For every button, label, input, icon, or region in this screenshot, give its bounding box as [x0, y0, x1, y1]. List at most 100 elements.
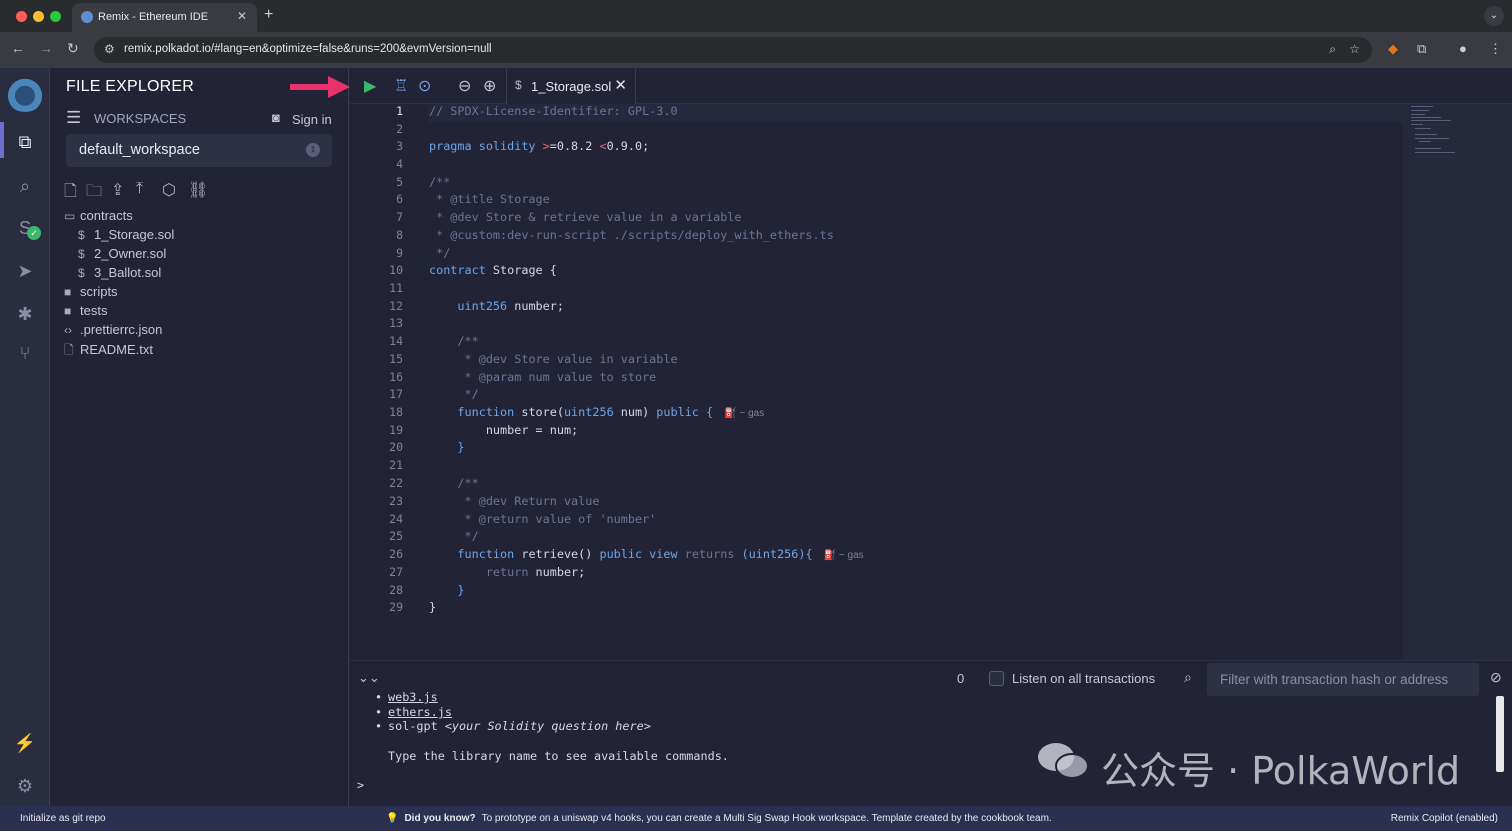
tree-folder-scripts[interactable]: ■ scripts	[64, 284, 118, 303]
transaction-filter-input[interactable]: Filter with transaction hash or address	[1207, 663, 1479, 696]
tree-folder-contracts[interactable]: ▭ contracts	[64, 208, 133, 227]
sign-in-button[interactable]: Sign in	[292, 112, 332, 127]
code-line: */	[429, 387, 479, 401]
browser-tab[interactable]: Remix - Ethereum IDE ✕	[72, 3, 257, 32]
back-button[interactable]: ←	[11, 40, 25, 56]
code-line: uint256 number;	[429, 299, 564, 313]
copilot-toggle[interactable]: ⊙	[418, 76, 431, 96]
reload-button[interactable]: ↻	[67, 40, 79, 57]
tab-1-storage-sol[interactable]: $ 1_Storage.sol ✕	[506, 68, 636, 104]
collapse-terminal-icon[interactable]: ⌄⌄	[358, 670, 380, 686]
zoom-out-icon[interactable]: ⊖	[458, 76, 471, 96]
line-number: 19	[389, 423, 403, 437]
line-number: 6	[396, 192, 403, 206]
code-line: * @param num value to store	[429, 370, 657, 384]
publish-gist-icon[interactable]: ⬡	[162, 180, 176, 200]
init-git-button[interactable]: Initialize as git repo	[20, 813, 106, 824]
tree-file-1-storage[interactable]: $1_Storage.sol	[78, 227, 174, 246]
code-token: (uint256){	[741, 547, 813, 561]
close-tab-icon[interactable]: ✕	[237, 9, 247, 23]
maximize-window-button[interactable]	[50, 11, 61, 22]
tab-search-button[interactable]: ⌄	[1484, 6, 1504, 26]
forward-button[interactable]: →	[39, 40, 53, 56]
new-folder-icon[interactable]: 🗀	[86, 180, 102, 207]
code-line: /**	[429, 175, 451, 189]
close-tab-icon[interactable]: ✕	[614, 76, 627, 94]
tree-file-readme[interactable]: 🗋 README.txt	[64, 341, 153, 360]
editor-minimap[interactable]	[1403, 104, 1512, 660]
line-number: 8	[396, 228, 403, 242]
solidity-file-icon: $	[78, 228, 85, 242]
tree-item-label: scripts	[80, 284, 118, 299]
line-number: 12	[389, 299, 403, 313]
new-file-icon[interactable]: 🗋	[64, 180, 77, 207]
new-tab-button[interactable]: +	[264, 6, 273, 24]
tree-file-3-ballot[interactable]: $3_Ballot.sol	[78, 265, 161, 284]
debugger-icon[interactable]: ✱	[13, 302, 37, 326]
file-explorer-icon[interactable]: ⧉	[13, 130, 37, 154]
minimize-window-button[interactable]	[33, 11, 44, 22]
deploy-run-icon[interactable]: ➤	[13, 259, 37, 283]
terminal-scrollbar[interactable]	[1496, 696, 1504, 772]
close-window-button[interactable]	[16, 11, 27, 22]
tree-item-label: README.txt	[80, 342, 153, 357]
workspace-select[interactable]: default_workspace ⇕	[66, 134, 332, 167]
folder-icon: ■	[64, 285, 72, 299]
code-editor[interactable]: 1 2 3 4 5 6 7 8 9 10 11 12 13 14 15 16 17 18 19 20 21 22 23 24 2…	[350, 104, 1512, 660]
remix-favicon-icon	[81, 11, 93, 23]
line-number: 25	[389, 529, 403, 543]
run-script-button[interactable]: ▶	[364, 76, 376, 96]
tree-file-prettierrc[interactable]: ‹› .prettierrc.json	[64, 322, 162, 341]
address-bar[interactable]: ⚙ remix.polkadot.io/#lang=en&optimize=fa…	[94, 37, 1372, 63]
copilot-status[interactable]: Remix Copilot (enabled)	[1391, 813, 1498, 824]
terminal-help: Type the library name to see available c…	[388, 749, 729, 763]
folder-icon: ■	[64, 304, 72, 318]
bookmark-star-icon[interactable]: ☆	[1349, 42, 1360, 56]
gpt-command: sol-gpt	[388, 719, 445, 733]
library-link[interactable]: web3.js	[388, 690, 438, 704]
text-file-icon: 🗋	[64, 343, 74, 357]
upload-folder-icon[interactable]: ⤒	[136, 180, 143, 198]
listen-all-checkbox[interactable]	[989, 671, 1004, 686]
terminal-prompt[interactable]: >	[357, 778, 364, 792]
code-line: /**	[429, 334, 479, 348]
extensions-icon[interactable]: ⧉	[1417, 41, 1426, 57]
site-settings-icon[interactable]: ⚙	[104, 42, 115, 56]
line-number: 16	[389, 370, 403, 384]
remix-logo-icon[interactable]	[5, 76, 45, 112]
tree-item-label: tests	[80, 303, 108, 318]
plugin-manager-icon[interactable]: ⚡	[13, 731, 37, 755]
solidity-compiler-icon[interactable]: S ✓	[13, 216, 41, 240]
code-token: public	[656, 405, 699, 419]
zoom-icon[interactable]: ⌕	[1329, 42, 1336, 57]
ai-copilot-icon[interactable]: ♖	[394, 76, 408, 96]
import-link-icon[interactable]: ⛓	[188, 180, 208, 200]
tree-folder-tests[interactable]: ■ tests	[64, 303, 107, 322]
profile-icon[interactable]: ●	[1459, 41, 1467, 56]
browser-menu-icon[interactable]: ⋮	[1489, 41, 1502, 57]
search-icon[interactable]: ⌕	[13, 174, 37, 198]
code-token: {	[698, 405, 714, 419]
url-text: remix.polkadot.io/#lang=en&optimize=fals…	[124, 43, 492, 55]
git-icon[interactable]: ⑂	[13, 341, 37, 365]
tip-text: To prototype on a uniswap v4 hooks, you …	[481, 813, 1052, 824]
metamask-extension-icon[interactable]: ◆	[1388, 41, 1398, 57]
terminal-item[interactable]: web3.js	[388, 690, 438, 704]
clear-console-icon[interactable]: ⊘	[1490, 669, 1502, 686]
line-number: 24	[389, 512, 403, 526]
settings-gear-icon[interactable]: ⚙	[13, 774, 37, 798]
hamburger-menu-icon[interactable]: ☰	[66, 108, 81, 128]
tree-file-2-owner[interactable]: $2_Owner.sol	[78, 246, 166, 265]
library-link[interactable]: ethers.js	[388, 705, 452, 719]
code-token: uint256	[429, 299, 508, 313]
code-line: pragma solidity >=0.8.2 <0.9.0;	[429, 139, 649, 153]
code-line: return number;	[429, 565, 585, 579]
json-file-icon: ‹›	[64, 323, 72, 337]
solidity-file-icon: $	[515, 78, 522, 92]
file-explorer-panel: FILE EXPLORER ☰ WORKSPACES ◙ Sign in def…	[50, 68, 349, 806]
terminal-item[interactable]: ethers.js	[388, 705, 452, 719]
zoom-in-icon[interactable]: ⊕	[483, 76, 496, 96]
code-line: /**	[429, 476, 479, 490]
upload-file-icon[interactable]: ⇪	[111, 180, 124, 200]
github-icon[interactable]: ◙	[272, 110, 280, 125]
